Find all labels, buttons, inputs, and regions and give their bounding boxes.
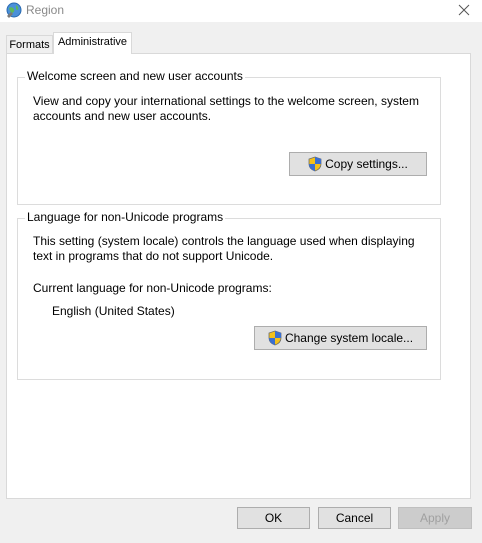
uac-shield-icon [308,156,322,172]
close-icon [458,4,470,16]
welcome-screen-group: Welcome screen and new user accounts Vie… [17,69,441,205]
copy-settings-button[interactable]: Copy settings... [289,152,427,176]
change-system-locale-label: Change system locale... [284,331,414,345]
current-language-label: Current language for non-Unicode program… [33,281,272,295]
globe-icon [6,2,22,18]
unicode-description-line1: This setting (system locale) controls th… [33,234,415,248]
non-unicode-group-legend: Language for non-Unicode programs [25,210,226,224]
uac-shield-icon [268,330,282,346]
cancel-button[interactable]: Cancel [318,507,391,529]
unicode-description-line2: text in programs that do not support Uni… [33,249,274,263]
window-title: Region [26,3,65,17]
welcome-description-line1: View and copy your international setting… [33,94,419,108]
change-system-locale-button[interactable]: Change system locale... [254,326,427,350]
welcome-group-legend: Welcome screen and new user accounts [25,69,245,83]
ok-button[interactable]: OK [237,507,310,529]
current-language-value: English (United States) [52,304,175,318]
tab-administrative[interactable]: Administrative [53,32,132,54]
tab-formats[interactable]: Formats [6,35,53,55]
non-unicode-group: Language for non-Unicode programs This s… [17,210,441,380]
copy-settings-label: Copy settings... [325,157,408,171]
tab-panel-administrative: Welcome screen and new user accounts Vie… [6,53,471,499]
apply-button[interactable]: Apply [398,507,472,529]
title-bar: Region [0,0,482,22]
close-button[interactable] [451,0,477,20]
welcome-description-line2: accounts and new user accounts. [33,109,212,123]
